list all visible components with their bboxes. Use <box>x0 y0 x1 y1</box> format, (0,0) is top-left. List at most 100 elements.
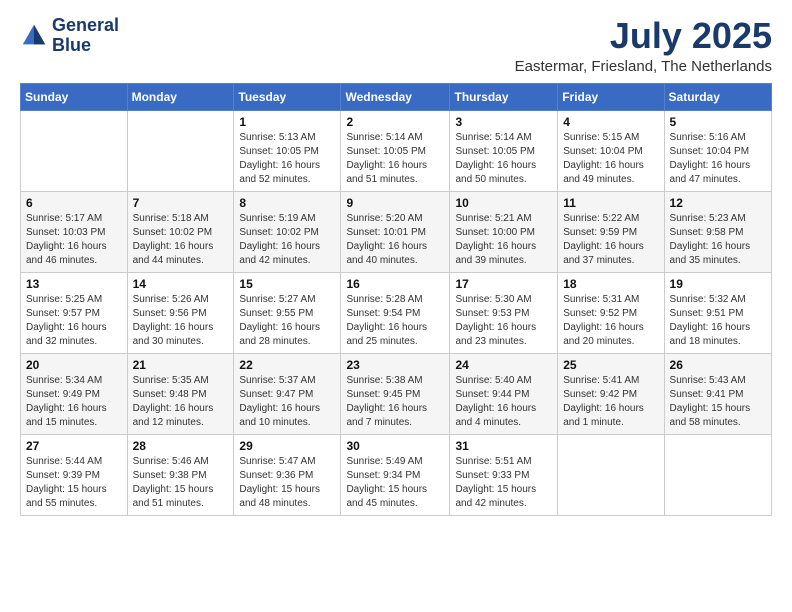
day-number: 15 <box>239 277 335 291</box>
day-info: Sunrise: 5:25 AM Sunset: 9:57 PM Dayligh… <box>26 293 122 349</box>
day-number: 9 <box>346 196 444 210</box>
calendar-cell: 1 Sunrise: 5:13 AM Sunset: 10:05 PM Dayli… <box>234 110 341 191</box>
day-number: 17 <box>455 277 552 291</box>
day-info: Sunrise: 5:18 AM Sunset: 10:02 PM Daylig… <box>133 212 229 268</box>
day-number: 20 <box>26 358 122 372</box>
day-number: 14 <box>133 277 229 291</box>
calendar-cell: 3 Sunrise: 5:14 AM Sunset: 10:05 PM Dayli… <box>450 110 558 191</box>
day-number: 11 <box>563 196 658 210</box>
day-number: 18 <box>563 277 658 291</box>
day-info: Sunrise: 5:13 AM Sunset: 10:05 PM Daylig… <box>239 131 335 187</box>
calendar-table: SundayMondayTuesdayWednesdayThursdayFrid… <box>20 83 772 516</box>
title-section: July 2025 Eastermar, Friesland, The Neth… <box>515 16 772 75</box>
day-number: 16 <box>346 277 444 291</box>
calendar-cell: 23Sunrise: 5:38 AM Sunset: 9:45 PM Dayli… <box>341 353 450 434</box>
day-info: Sunrise: 5:21 AM Sunset: 10:00 PM Daylig… <box>455 212 552 268</box>
header-row: SundayMondayTuesdayWednesdayThursdayFrid… <box>21 83 772 110</box>
day-info: Sunrise: 5:19 AM Sunset: 10:02 PM Daylig… <box>239 212 335 268</box>
day-number: 12 <box>670 196 766 210</box>
calendar-cell: 22 Sunrise: 5:37 AM Sunset: 9:47 PM Dayli… <box>234 353 341 434</box>
calendar-cell: 8 Sunrise: 5:19 AM Sunset: 10:02 PM Dayli… <box>234 191 341 272</box>
calendar-cell: 5 Sunrise: 5:16 AM Sunset: 10:04 PM Dayli… <box>664 110 771 191</box>
day-number: 13 <box>26 277 122 291</box>
calendar-cell: 2 Sunrise: 5:14 AM Sunset: 10:05 PM Dayli… <box>341 110 450 191</box>
column-header-saturday: Saturday <box>664 83 771 110</box>
calendar-cell: 13 Sunrise: 5:25 AM Sunset: 9:57 PM Dayli… <box>21 272 128 353</box>
day-number: 4 <box>563 115 658 129</box>
calendar-cell: 14 Sunrise: 5:26 AM Sunset: 9:56 PM Dayli… <box>127 272 234 353</box>
day-info: Sunrise: 5:43 AM Sunset: 9:41 PM Dayligh… <box>670 374 766 430</box>
month-title: July 2025 <box>515 16 772 56</box>
column-header-friday: Friday <box>558 83 664 110</box>
day-number: 26 <box>670 358 766 372</box>
day-info: Sunrise: 5:16 AM Sunset: 10:04 PM Daylig… <box>670 131 766 187</box>
day-number: 1 <box>239 115 335 129</box>
week-row-4: 20 Sunrise: 5:34 AM Sunset: 9:49 PM Dayli… <box>21 353 772 434</box>
day-number: 6 <box>26 196 122 210</box>
day-info: Sunrise: 5:23 AM Sunset: 9:58 PM Dayligh… <box>670 212 766 268</box>
calendar-cell <box>558 434 664 515</box>
day-info: Sunrise: 5:14 AM Sunset: 10:05 PM Daylig… <box>346 131 444 187</box>
calendar-cell: 18 Sunrise: 5:31 AM Sunset: 9:52 PM Dayli… <box>558 272 664 353</box>
day-number: 7 <box>133 196 229 210</box>
calendar-cell: 21 Sunrise: 5:35 AM Sunset: 9:48 PM Dayli… <box>127 353 234 434</box>
calendar-cell: 11Sunrise: 5:22 AM Sunset: 9:59 PM Dayli… <box>558 191 664 272</box>
column-header-sunday: Sunday <box>21 83 128 110</box>
day-info: Sunrise: 5:46 AM Sunset: 9:38 PM Dayligh… <box>133 455 229 511</box>
day-number: 25 <box>563 358 658 372</box>
calendar-cell: 29 Sunrise: 5:47 AM Sunset: 9:36 PM Dayli… <box>234 434 341 515</box>
location-title: Eastermar, Friesland, The Netherlands <box>515 58 772 75</box>
day-info: Sunrise: 5:47 AM Sunset: 9:36 PM Dayligh… <box>239 455 335 511</box>
calendar-cell: 17 Sunrise: 5:30 AM Sunset: 9:53 PM Dayli… <box>450 272 558 353</box>
day-number: 19 <box>670 277 766 291</box>
day-number: 2 <box>346 115 444 129</box>
day-info: Sunrise: 5:41 AM Sunset: 9:42 PM Dayligh… <box>563 374 658 430</box>
day-info: Sunrise: 5:34 AM Sunset: 9:49 PM Dayligh… <box>26 374 122 430</box>
day-info: Sunrise: 5:27 AM Sunset: 9:55 PM Dayligh… <box>239 293 335 349</box>
day-info: Sunrise: 5:17 AM Sunset: 10:03 PM Daylig… <box>26 212 122 268</box>
calendar-cell: 20 Sunrise: 5:34 AM Sunset: 9:49 PM Dayli… <box>21 353 128 434</box>
day-number: 22 <box>239 358 335 372</box>
day-info: Sunrise: 5:30 AM Sunset: 9:53 PM Dayligh… <box>455 293 552 349</box>
calendar-cell: 12 Sunrise: 5:23 AM Sunset: 9:58 PM Dayli… <box>664 191 771 272</box>
day-number: 5 <box>670 115 766 129</box>
column-header-thursday: Thursday <box>450 83 558 110</box>
day-number: 8 <box>239 196 335 210</box>
calendar-cell: 26 Sunrise: 5:43 AM Sunset: 9:41 PM Dayli… <box>664 353 771 434</box>
day-number: 3 <box>455 115 552 129</box>
week-row-2: 6 Sunrise: 5:17 AM Sunset: 10:03 PM Dayli… <box>21 191 772 272</box>
calendar-cell: 7 Sunrise: 5:18 AM Sunset: 10:02 PM Dayli… <box>127 191 234 272</box>
calendar-cell: 31 Sunrise: 5:51 AM Sunset: 9:33 PM Dayli… <box>450 434 558 515</box>
calendar-cell: 19 Sunrise: 5:32 AM Sunset: 9:51 PM Dayli… <box>664 272 771 353</box>
day-info: Sunrise: 5:44 AM Sunset: 9:39 PM Dayligh… <box>26 455 122 511</box>
column-header-wednesday: Wednesday <box>341 83 450 110</box>
day-info: Sunrise: 5:37 AM Sunset: 9:47 PM Dayligh… <box>239 374 335 430</box>
day-number: 23 <box>346 358 444 372</box>
day-info: Sunrise: 5:35 AM Sunset: 9:48 PM Dayligh… <box>133 374 229 430</box>
calendar-cell: 9 Sunrise: 5:20 AM Sunset: 10:01 PM Dayli… <box>341 191 450 272</box>
day-info: Sunrise: 5:20 AM Sunset: 10:01 PM Daylig… <box>346 212 444 268</box>
calendar-cell: 16 Sunrise: 5:28 AM Sunset: 9:54 PM Dayli… <box>341 272 450 353</box>
calendar-cell: 6 Sunrise: 5:17 AM Sunset: 10:03 PM Dayli… <box>21 191 128 272</box>
calendar-cell <box>21 110 128 191</box>
logo-icon <box>20 22 48 50</box>
day-info: Sunrise: 5:26 AM Sunset: 9:56 PM Dayligh… <box>133 293 229 349</box>
day-number: 29 <box>239 439 335 453</box>
day-info: Sunrise: 5:31 AM Sunset: 9:52 PM Dayligh… <box>563 293 658 349</box>
day-number: 28 <box>133 439 229 453</box>
column-header-tuesday: Tuesday <box>234 83 341 110</box>
day-number: 21 <box>133 358 229 372</box>
day-info: Sunrise: 5:28 AM Sunset: 9:54 PM Dayligh… <box>346 293 444 349</box>
day-number: 31 <box>455 439 552 453</box>
day-info: Sunrise: 5:14 AM Sunset: 10:05 PM Daylig… <box>455 131 552 187</box>
day-info: Sunrise: 5:32 AM Sunset: 9:51 PM Dayligh… <box>670 293 766 349</box>
calendar-cell: 25 Sunrise: 5:41 AM Sunset: 9:42 PM Dayli… <box>558 353 664 434</box>
column-header-monday: Monday <box>127 83 234 110</box>
week-row-1: 1 Sunrise: 5:13 AM Sunset: 10:05 PM Dayli… <box>21 110 772 191</box>
day-info: Sunrise: 5:15 AM Sunset: 10:04 PM Daylig… <box>563 131 658 187</box>
day-number: 10 <box>455 196 552 210</box>
calendar-cell: 28 Sunrise: 5:46 AM Sunset: 9:38 PM Dayli… <box>127 434 234 515</box>
calendar-cell: 30Sunrise: 5:49 AM Sunset: 9:34 PM Dayli… <box>341 434 450 515</box>
calendar-cell: 24Sunrise: 5:40 AM Sunset: 9:44 PM Dayli… <box>450 353 558 434</box>
day-info: Sunrise: 5:51 AM Sunset: 9:33 PM Dayligh… <box>455 455 552 511</box>
